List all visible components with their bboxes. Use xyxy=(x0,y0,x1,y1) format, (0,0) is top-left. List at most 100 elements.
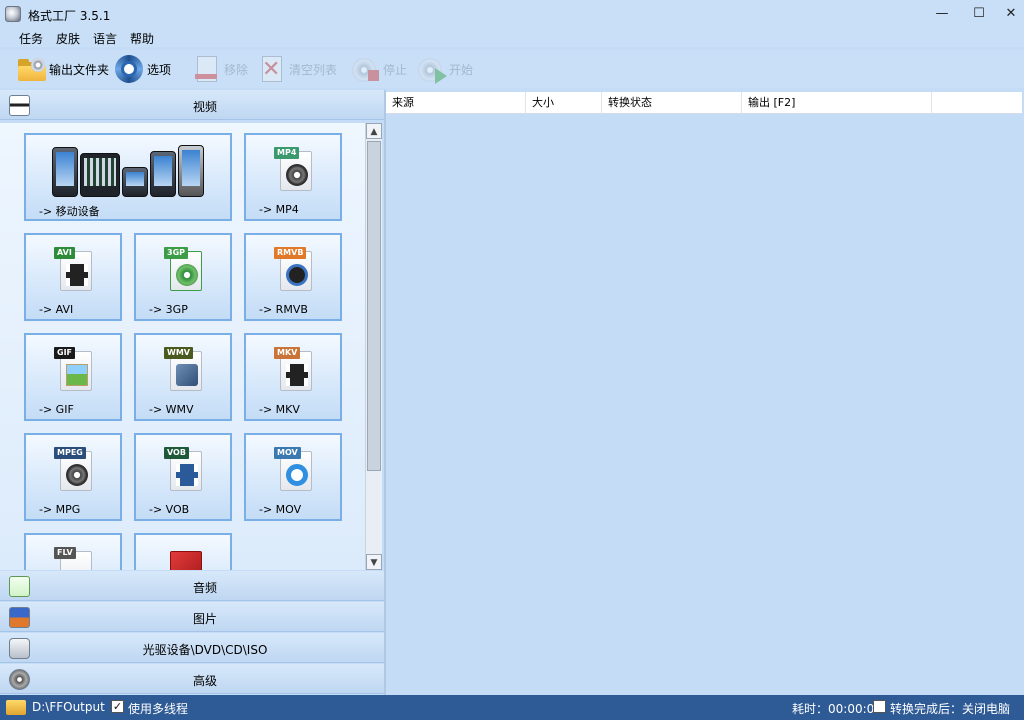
window-title: 格式工厂 3.5.1 xyxy=(28,9,111,23)
start-icon xyxy=(416,54,447,84)
menu-help[interactable]: 帮助 xyxy=(130,30,154,47)
menu-bar: 任务 皮肤 语言 帮助 xyxy=(0,27,1024,47)
options-button[interactable]: 选项 xyxy=(114,52,171,86)
title-bar: 格式工厂 3.5.1 — ☐ ✕ xyxy=(0,0,1024,28)
after-done-checkbox[interactable] xyxy=(873,700,886,713)
remove-label: 移除 xyxy=(224,62,249,77)
column-size[interactable]: 大小 xyxy=(526,92,602,114)
format-tile-avi[interactable]: AVI -> AVI xyxy=(24,233,122,321)
format-tile-gif[interactable]: GIF -> GIF xyxy=(24,333,122,421)
format-tile-mkv[interactable]: MKV -> MKV xyxy=(244,333,342,421)
format-badge: RMVB xyxy=(274,247,307,259)
vob-file-icon: VOB xyxy=(164,447,204,493)
scroll-up-arrow-icon[interactable]: ▲ xyxy=(366,123,382,139)
mobile-devices-icon xyxy=(52,141,204,197)
format-tile-mp4[interactable]: MP4 -> MP4 xyxy=(244,133,342,221)
multithread-label: 使用多线程 xyxy=(128,702,189,716)
format-tile-3gp[interactable]: 3GP -> 3GP xyxy=(134,233,232,321)
category-advanced[interactable]: 高级 xyxy=(0,664,384,694)
format-badge: MP4 xyxy=(274,147,300,159)
format-badge: AVI xyxy=(54,247,75,259)
format-label: -> MP4 xyxy=(259,203,299,216)
format-label: -> MKV xyxy=(259,403,300,416)
options-icon xyxy=(114,54,144,84)
clear-list-button[interactable]: ✕ 清空列表 xyxy=(256,52,337,86)
format-badge: GIF xyxy=(54,347,76,359)
3gp-file-icon: 3GP xyxy=(164,247,204,293)
format-tile-mobile[interactable]: -> 移动设备 xyxy=(24,133,232,221)
after-done-label: 转换完成后：关闭电脑 xyxy=(890,702,1011,716)
format-badge: FLV xyxy=(54,547,76,559)
scroll-thumb[interactable] xyxy=(367,141,381,471)
video-format-grid: -> 移动设备 MP4 -> MP4 AVI -> AVI 3GP -> 3GP… xyxy=(0,123,382,570)
multithread-checkbox[interactable]: ✓ xyxy=(111,700,124,713)
format-badge: MPEG xyxy=(54,447,86,459)
format-label: -> MOV xyxy=(259,503,302,516)
start-label: 开始 xyxy=(449,62,474,77)
output-folder-icon[interactable] xyxy=(6,700,26,715)
remove-icon xyxy=(191,54,221,84)
menu-language[interactable]: 语言 xyxy=(93,30,117,47)
clear-list-icon: ✕ xyxy=(262,56,282,82)
category-disc[interactable]: 光驱设备\DVD\CD\ISO xyxy=(0,633,384,663)
format-badge: MKV xyxy=(274,347,301,359)
format-label: -> GIF xyxy=(39,403,74,416)
format-tile-swf[interactable] xyxy=(134,533,232,570)
flv-file-icon: FLV xyxy=(54,547,94,570)
output-path[interactable]: D:\FFOutput xyxy=(32,700,105,714)
format-tile-rmvb[interactable]: RMVB -> RMVB xyxy=(244,233,342,321)
category-audio-label: 音频 xyxy=(192,581,217,595)
format-tile-wmv[interactable]: WMV -> WMV xyxy=(134,333,232,421)
output-folder-label: 输出文件夹 xyxy=(49,62,110,77)
options-label: 选项 xyxy=(147,62,172,77)
toolbar: 输出文件夹 选项 移除 ✕ 清空列表 停止 开始 xyxy=(0,50,1024,88)
format-label: -> 移动设备 xyxy=(39,205,100,218)
task-list[interactable]: 来源 大小 转换状态 输出 [F2] xyxy=(386,90,1022,695)
remove-button[interactable]: 移除 xyxy=(191,52,248,86)
stop-button[interactable]: 停止 xyxy=(350,52,407,86)
mov-file-icon: MOV xyxy=(274,447,314,493)
menu-skin[interactable]: 皮肤 xyxy=(56,30,80,47)
format-label: -> WMV xyxy=(149,403,194,416)
format-label: -> MPG xyxy=(39,503,81,516)
format-tile-mpg[interactable]: MPEG -> MPG xyxy=(24,433,122,521)
gif-file-icon: GIF xyxy=(54,347,94,393)
column-source[interactable]: 来源 xyxy=(386,92,526,114)
format-label: -> 3GP xyxy=(149,303,188,316)
output-folder-button[interactable]: 输出文件夹 xyxy=(16,52,109,86)
minimize-button[interactable]: — xyxy=(926,2,958,26)
column-status[interactable]: 转换状态 xyxy=(602,92,742,114)
format-tile-flv[interactable]: FLV xyxy=(24,533,122,570)
scroll-down-arrow-icon[interactable]: ▼ xyxy=(366,554,382,570)
status-bar: D:\FFOutput ✓ 使用多线程 耗时：00:00:00 转换完成后：关闭… xyxy=(0,695,1024,720)
stop-icon xyxy=(350,54,380,84)
format-tile-vob[interactable]: VOB -> VOB xyxy=(134,433,232,521)
avi-file-icon: AVI xyxy=(54,247,94,293)
close-button[interactable]: ✕ xyxy=(995,2,1024,26)
wmv-file-icon: WMV xyxy=(164,347,204,393)
format-badge: WMV xyxy=(164,347,193,359)
mkv-file-icon: MKV xyxy=(274,347,314,393)
format-label: -> VOB xyxy=(149,503,190,516)
column-output[interactable]: 输出 [F2] xyxy=(742,92,932,114)
category-advanced-label: 高级 xyxy=(192,674,217,688)
category-disc-label: 光驱设备\DVD\CD\ISO xyxy=(142,643,268,657)
flash-file-icon xyxy=(164,547,204,570)
format-badge xyxy=(164,547,170,549)
category-picture-label: 图片 xyxy=(192,612,217,626)
app-icon xyxy=(5,6,21,22)
format-label: -> RMVB xyxy=(259,303,308,316)
clear-list-label: 清空列表 xyxy=(289,62,338,77)
category-video[interactable]: 视频 xyxy=(0,90,384,120)
category-audio[interactable]: 音频 xyxy=(0,571,384,601)
start-button[interactable]: 开始 xyxy=(416,52,473,86)
format-badge: MOV xyxy=(274,447,301,459)
maximize-button[interactable]: ☐ xyxy=(963,2,995,26)
format-scrollbar[interactable]: ▲ ▼ xyxy=(365,123,382,570)
menu-task[interactable]: 任务 xyxy=(19,30,43,47)
category-picture[interactable]: 图片 xyxy=(0,602,384,632)
format-tile-mov[interactable]: MOV -> MOV xyxy=(244,433,342,521)
format-badge: 3GP xyxy=(164,247,188,259)
format-label: -> AVI xyxy=(39,303,74,316)
task-table-header: 来源 大小 转换状态 输出 [F2] xyxy=(386,92,1022,114)
